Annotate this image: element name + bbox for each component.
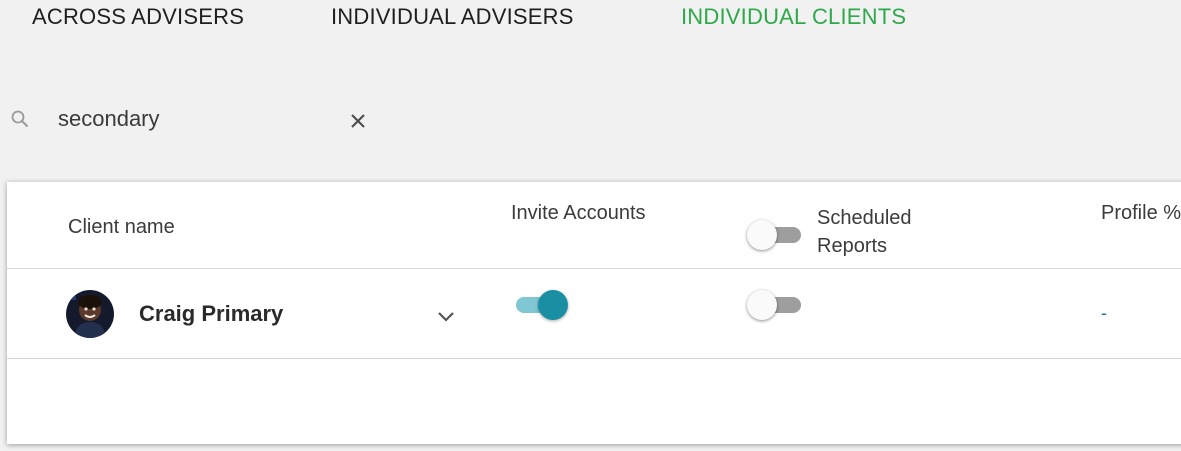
search-bar: [0, 100, 400, 140]
table-header: Client name Invite Accounts Scheduled Re…: [7, 182, 1181, 269]
chevron-down-icon[interactable]: [436, 309, 456, 323]
header-client-name: Client name: [68, 216, 175, 238]
search-icon: [10, 109, 30, 129]
toggle-knob: [747, 290, 777, 320]
header-scheduled-reports: Scheduled Reports: [817, 207, 912, 257]
close-icon[interactable]: [349, 112, 367, 130]
avatar: [66, 290, 114, 338]
toggle-knob: [538, 290, 568, 320]
tab-individual-advisers[interactable]: INDIVIDUAL ADVISERS: [331, 4, 574, 30]
client-name[interactable]: Craig Primary: [139, 300, 283, 328]
scheduled-reports-all-toggle[interactable]: [747, 218, 805, 250]
header-profile-percent: Profile %: [1101, 202, 1181, 224]
invite-accounts-toggle[interactable]: [510, 288, 568, 320]
tab-bar: ACROSS ADVISERS INDIVIDUAL ADVISERS INDI…: [0, 0, 1181, 34]
tab-across-advisers[interactable]: ACROSS ADVISERS: [32, 4, 244, 30]
clients-table: Client name Invite Accounts Scheduled Re…: [7, 182, 1181, 444]
toggle-knob: [747, 220, 777, 250]
table-row[interactable]: Craig Primary -: [7, 269, 1181, 359]
tab-individual-clients[interactable]: INDIVIDUAL CLIENTS: [681, 4, 906, 30]
header-invite-accounts: Invite Accounts: [511, 202, 646, 224]
scheduled-reports-toggle[interactable]: [747, 288, 805, 320]
profile-percent-value: -: [1101, 303, 1107, 323]
search-input[interactable]: [58, 104, 328, 134]
